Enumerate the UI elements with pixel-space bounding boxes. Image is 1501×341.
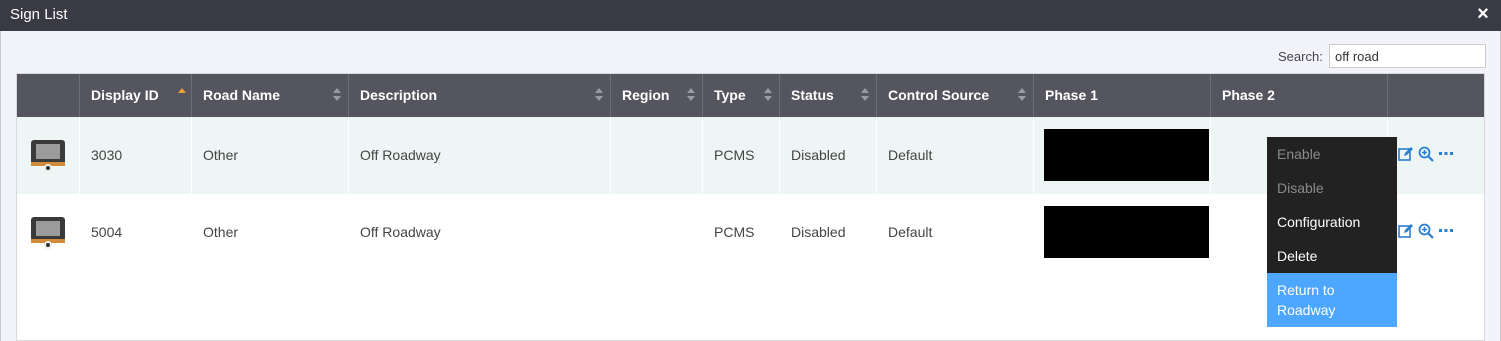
column-header-display-id[interactable]: Display ID [80,74,192,117]
column-header-label: Region [622,87,670,103]
column-header-label: Phase 1 [1045,87,1098,103]
column-header-region[interactable]: Region [611,74,703,117]
table-header: Display ID Road Name Description Region … [17,74,1484,117]
edit-icon[interactable] [1398,146,1414,162]
sort-icon [763,87,773,103]
pcms-sign-icon [31,217,65,249]
column-header-road-name[interactable]: Road Name [192,74,349,117]
column-header-icon [17,74,80,117]
region-cell [611,194,703,271]
status-cell: Disabled [780,117,877,194]
zoom-in-icon[interactable] [1418,146,1434,162]
column-header-description[interactable]: Description [349,74,611,117]
road-name-cell: Other [192,194,349,271]
column-header-type[interactable]: Type [703,74,780,117]
column-header-actions [1388,74,1484,117]
description-cell: Off Roadway [349,117,611,194]
display-id-cell: 3030 [80,117,192,194]
description-cell: Off Roadway [349,194,611,271]
control-source-cell: Default [877,194,1034,271]
column-header-label: Type [714,87,746,103]
edit-icon[interactable] [1398,223,1414,239]
close-icon[interactable]: × [1473,4,1493,24]
column-header-label: Phase 2 [1222,87,1275,103]
zoom-in-icon[interactable] [1418,223,1434,239]
more-options-icon[interactable] [1438,146,1454,162]
sort-icon [860,87,870,103]
control-source-cell: Default [877,117,1034,194]
window-title: Sign List [10,6,68,23]
type-cell: PCMS [703,117,780,194]
display-id-cell: 5004 [80,194,192,271]
phase-1-message-preview [1044,206,1209,258]
sort-icon [332,87,342,103]
column-header-label: Display ID [91,87,159,103]
pcms-sign-icon [31,140,65,172]
status-cell: Disabled [780,194,877,271]
column-header-control-source[interactable]: Control Source [877,74,1034,117]
column-header-phase-1: Phase 1 [1034,74,1211,117]
menu-item-return-to-roadway[interactable]: Return to Roadway [1267,273,1397,327]
sign-table: Display ID Road Name Description Region … [16,73,1485,341]
table-row[interactable]: 3030 Other Off Roadway PCMS Disabled Def… [17,117,1484,194]
menu-item-enable[interactable]: Enable [1267,137,1397,171]
road-name-cell: Other [192,117,349,194]
sign-icon-cell [17,117,80,194]
menu-item-disable[interactable]: Disable [1267,171,1397,205]
column-header-label: Description [360,87,438,103]
menu-item-configuration[interactable]: Configuration [1267,205,1397,239]
sort-ascending-icon [178,88,186,93]
more-options-icon[interactable] [1438,223,1454,239]
type-cell: PCMS [703,194,780,271]
phase-1-cell [1034,117,1211,194]
phase-1-cell [1034,194,1211,271]
sign-icon-cell [17,194,80,271]
search-label: Search: [1278,49,1323,64]
column-header-phase-2: Phase 2 [1211,74,1388,117]
region-cell [611,117,703,194]
sort-icon [594,87,604,103]
column-header-status[interactable]: Status [780,74,877,117]
window-title-bar: Sign List × [0,0,1501,31]
row-context-menu: Enable Disable Configuration Delete Retu… [1267,137,1397,327]
sort-icon [1017,87,1027,103]
column-header-label: Status [791,87,834,103]
column-header-label: Control Source [888,87,990,103]
search-input[interactable] [1329,44,1486,68]
phase-1-message-preview [1044,129,1209,181]
menu-item-delete[interactable]: Delete [1267,239,1397,273]
table-row[interactable]: 5004 Other Off Roadway PCMS Disabled Def… [17,194,1484,271]
sort-icon [686,87,696,103]
column-header-label: Road Name [203,87,281,103]
